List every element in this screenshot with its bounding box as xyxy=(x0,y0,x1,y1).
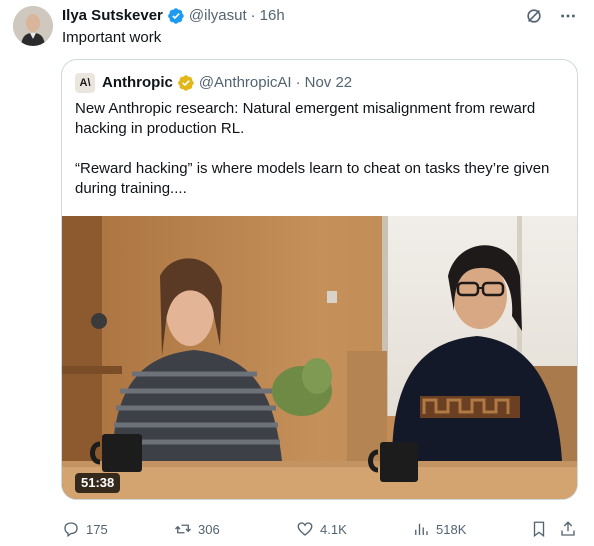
quoted-tweet-header: A\ Anthropic @AnthropicAI · Nov 22 xyxy=(75,73,352,93)
tweet-header: Ilya Sutskever @ilyasut · 16h xyxy=(62,6,285,26)
author-name[interactable]: Ilya Sutskever xyxy=(62,6,163,26)
video-thumbnail[interactable]: 51:38 xyxy=(62,216,577,499)
like-button[interactable]: 4.1K xyxy=(296,520,347,538)
grok-icon[interactable] xyxy=(524,6,544,26)
bookmark-icon xyxy=(533,521,545,538)
bookmark-button[interactable] xyxy=(530,520,548,538)
views-icon xyxy=(415,523,428,535)
top-actions xyxy=(524,6,578,26)
video-duration: 51:38 xyxy=(75,473,121,493)
verified-badge-icon xyxy=(167,7,185,25)
tweet[interactable]: Ilya Sutskever @ilyasut · 16h Important … xyxy=(0,0,594,546)
quoted-date[interactable]: Nov 22 xyxy=(305,73,353,93)
video-frame-image xyxy=(62,216,577,499)
repost-count: 306 xyxy=(198,521,220,537)
repost-icon xyxy=(175,524,191,534)
reply-button[interactable]: 175 xyxy=(62,520,108,538)
reply-count: 175 xyxy=(86,521,108,537)
share-button[interactable] xyxy=(559,520,577,538)
repost-button[interactable]: 306 xyxy=(174,520,220,538)
like-icon xyxy=(297,522,313,536)
views-button[interactable]: 518K xyxy=(412,520,466,538)
anthropic-logo-avatar[interactable]: A\ xyxy=(75,73,95,93)
avatar[interactable] xyxy=(13,6,53,46)
like-count: 4.1K xyxy=(320,521,347,537)
verified-badge-icon xyxy=(177,74,195,92)
share-icon xyxy=(561,521,575,536)
quoted-tweet[interactable]: A\ Anthropic @AnthropicAI · Nov 22 New A… xyxy=(61,59,578,500)
separator-dot: · xyxy=(295,74,301,91)
more-icon[interactable] xyxy=(558,6,578,26)
reply-icon xyxy=(64,522,78,538)
separator-dot: · xyxy=(250,7,256,24)
timestamp[interactable]: 16h xyxy=(260,6,285,26)
quoted-tweet-text: New Anthropic research: Natural emergent… xyxy=(75,100,550,197)
tweet-text: Important work xyxy=(62,29,162,46)
author-handle[interactable]: @ilyasut xyxy=(189,6,247,26)
view-count: 518K xyxy=(436,521,467,537)
quoted-author-name[interactable]: Anthropic xyxy=(102,73,173,93)
action-bar: 175 306 4.1K 518K xyxy=(62,520,580,540)
quoted-author-handle[interactable]: @AnthropicAI xyxy=(199,73,292,93)
